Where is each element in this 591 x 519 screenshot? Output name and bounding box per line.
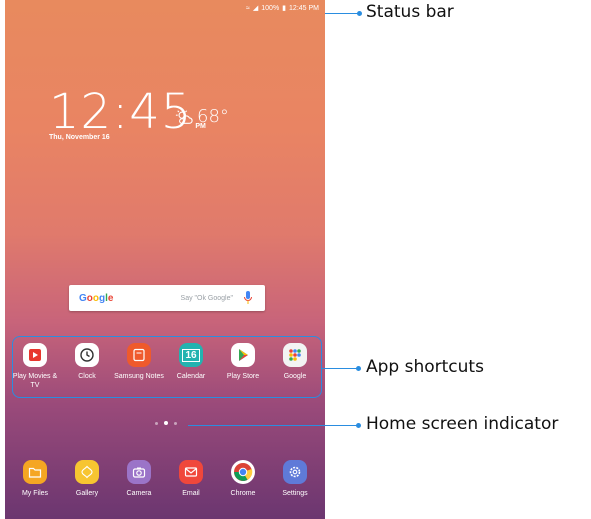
app-chrome[interactable]: Chrome (218, 460, 268, 498)
mic-icon[interactable] (243, 291, 253, 305)
app-gallery[interactable]: Gallery (62, 460, 112, 498)
weather-widget[interactable]: 68° (175, 106, 229, 127)
callout-dot-home-indicator (356, 423, 361, 428)
settings-icon (283, 460, 307, 484)
app-camera[interactable]: Camera (114, 460, 164, 498)
app-shortcuts-highlight (12, 336, 322, 398)
callout-home-indicator: Home screen indicator (366, 414, 559, 434)
app-my-files[interactable]: My Files (10, 460, 60, 498)
chrome-icon (231, 460, 255, 484)
wifi-icon: ≈ (246, 4, 250, 12)
battery-percent: 100% (261, 4, 280, 12)
app-label: Camera (126, 490, 152, 497)
clock-time: 12:45 (49, 84, 193, 140)
callout-dot-status-bar (357, 11, 362, 16)
app-email[interactable]: Email (166, 460, 216, 498)
page-dot (174, 421, 177, 425)
search-hint: Say "Ok Google" (180, 294, 233, 302)
app-label: Gallery (75, 490, 99, 497)
google-search-bar[interactable]: Google Say "Ok Google" (69, 285, 265, 311)
app-label: Chrome (230, 490, 256, 497)
page-dot (155, 421, 158, 425)
gallery-icon (75, 460, 99, 484)
email-icon (179, 460, 203, 484)
partly-sunny-icon (175, 108, 193, 124)
my-files-icon (23, 460, 47, 484)
camera-icon (127, 460, 151, 484)
tablet-screen: ≈ ◢ 100% ▮ 12:45 PM 12:45 PM Thu, Novembe… (5, 0, 325, 519)
callout-app-shortcuts: App shortcuts (366, 357, 484, 377)
status-time: 12:45 PM (289, 4, 319, 12)
signal-icon: ◢ (252, 5, 259, 12)
home-page-dot (164, 421, 168, 425)
dock-row: My Files Gallery Camera Email Chrome Set… (5, 460, 325, 498)
home-screen-indicator[interactable] (155, 421, 177, 425)
google-logo: Google (79, 292, 114, 304)
weather-temp: 68° (197, 106, 229, 127)
callout-line-home-indicator (188, 425, 360, 426)
status-bar: ≈ ◢ 100% ▮ 12:45 PM (246, 4, 319, 13)
callout-line-status-bar (325, 13, 361, 14)
app-settings[interactable]: Settings (270, 460, 320, 498)
app-label: Settings (282, 490, 308, 497)
battery-icon: ▮ (282, 5, 287, 12)
app-label: Email (182, 490, 200, 497)
app-label: My Files (21, 490, 49, 497)
callout-line-app-shortcuts (322, 368, 360, 369)
callout-status-bar: Status bar (366, 2, 454, 22)
callout-dot-app-shortcuts (356, 366, 361, 371)
